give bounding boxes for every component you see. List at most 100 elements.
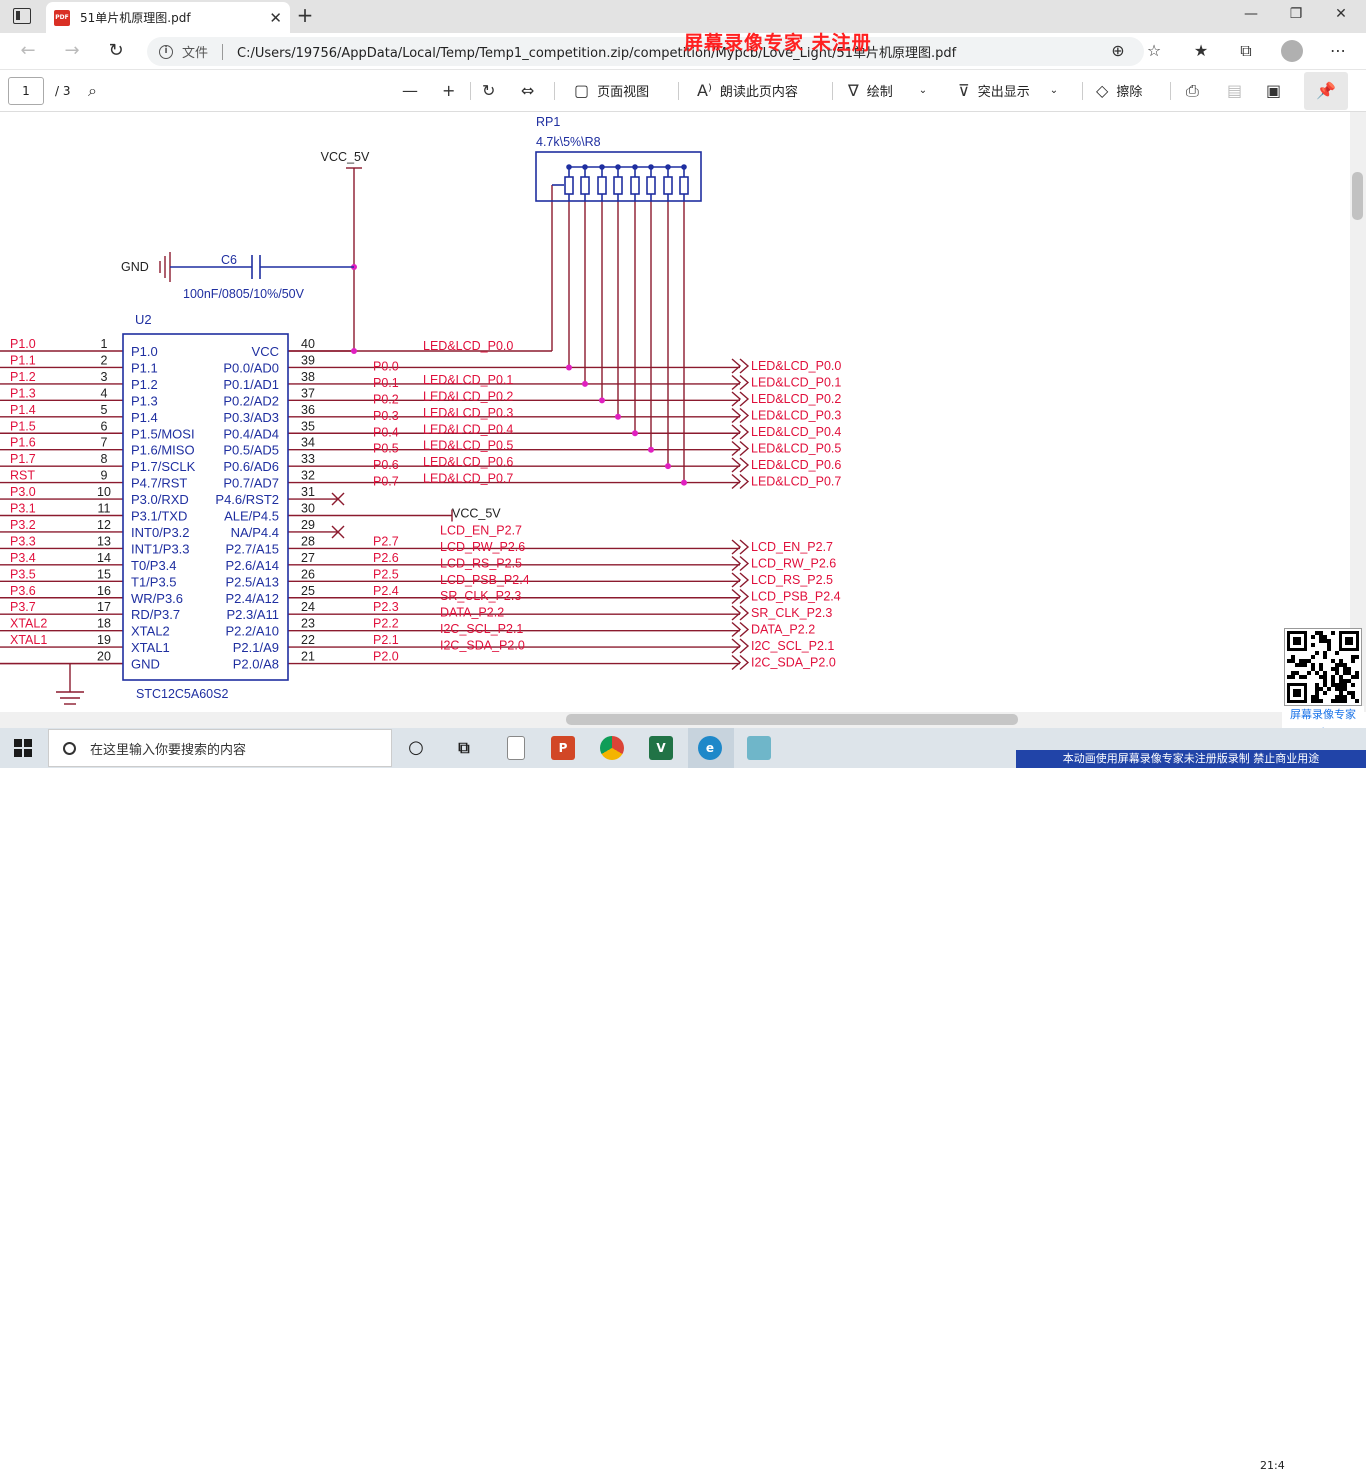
read-aloud-button[interactable]: A⁾ 朗读此页内容 — [697, 81, 798, 100]
draw-button[interactable]: ∇ 绘制 ⌄ — [848, 81, 927, 100]
qr-module — [1311, 695, 1315, 699]
p2-short: P2.6 — [373, 551, 399, 565]
save-as-icon[interactable]: ▣ — [1266, 81, 1289, 100]
pdf-viewer[interactable]: U2 STC12C5A60S2 1 P1.0 2 P1.1 3 P1.2 4 P1.3 5 P1.4 6… — [0, 112, 1350, 712]
task-view-icon[interactable]: ⧉ — [452, 736, 476, 760]
refresh-icon[interactable]: ↻ — [104, 40, 128, 61]
qr-module — [1327, 639, 1331, 643]
qr-module — [1303, 659, 1307, 663]
pin-toolbar-icon[interactable]: 📌 — [1304, 72, 1348, 110]
pin-number: 24 — [301, 600, 315, 614]
port-arrow — [739, 440, 750, 457]
erase-button[interactable]: ◇ 擦除 — [1096, 81, 1142, 100]
qr-module — [1339, 695, 1343, 699]
add-favorite-icon[interactable]: ☆ — [1143, 41, 1165, 60]
qr-module — [1299, 675, 1303, 679]
qr-module — [1323, 651, 1327, 655]
highlight-button[interactable]: ⊽ 突出显示 ⌄ — [958, 81, 1058, 100]
port-arrow — [731, 358, 742, 374]
p0-short: P0.0 — [373, 359, 399, 373]
right-pin-label: P0.5/AD5 — [223, 443, 279, 458]
net-label: I2C_SCL_P2.1 — [440, 622, 523, 636]
page-view-button[interactable]: ▢ 页面视图 — [574, 81, 649, 100]
tab-actions-icon[interactable] — [13, 8, 31, 24]
pin-number: 25 — [301, 584, 315, 598]
page-number-input[interactable]: 1 — [8, 77, 44, 105]
qr-module — [1331, 659, 1335, 663]
save-icon[interactable]: ▤ — [1227, 81, 1250, 100]
draw-label: 绘制 — [866, 85, 893, 100]
visio-icon[interactable]: V — [649, 736, 673, 760]
port-arrow — [731, 374, 742, 391]
tab-close-icon[interactable]: ✕ — [269, 9, 282, 27]
search-icon[interactable]: ⌕ — [88, 81, 105, 101]
port-arrow — [739, 605, 750, 621]
recorder-app-icon[interactable] — [747, 736, 771, 760]
tab-active[interactable]: PDF 51单片机原理图.pdf ✕ — [46, 2, 290, 33]
windows-start-icon[interactable] — [14, 739, 32, 757]
left-pin-label: T1/P3.5 — [131, 574, 177, 589]
address-bar: ← → ↻ i 文件 C:/Users/19756/AppData/Local/… — [0, 33, 1366, 70]
qr-module — [1345, 637, 1353, 645]
new-tab-icon[interactable]: + — [294, 5, 316, 27]
zoom-icon[interactable]: ⊕ — [1107, 41, 1129, 60]
p2-short: P2.2 — [373, 617, 399, 631]
qr-module — [1315, 691, 1319, 695]
clock[interactable]: 21:4 — [1260, 1459, 1285, 1472]
qr-module — [1331, 683, 1335, 687]
qr-module — [1339, 675, 1343, 679]
info-icon[interactable]: i — [159, 44, 173, 59]
qr-module — [1295, 663, 1299, 667]
vcc-label-2: VCC_5V — [452, 507, 501, 521]
net-label: LCD_PSB_P2.4 — [440, 573, 530, 587]
qr-module — [1311, 667, 1315, 671]
minimize-icon[interactable]: — — [1241, 6, 1261, 22]
favorites-icon[interactable]: ★ — [1190, 41, 1212, 60]
qr-module — [1331, 667, 1335, 671]
net-label: LED&LCD_P0.0 — [423, 339, 513, 353]
chrome-icon[interactable] — [600, 736, 624, 760]
collections-icon[interactable]: ⧉ — [1235, 41, 1257, 61]
left-pin-label: P4.7/RST — [131, 476, 187, 491]
pin-number: 14 — [97, 551, 111, 565]
edge-icon[interactable]: e — [698, 736, 722, 760]
more-icon[interactable]: ⋯ — [1327, 41, 1349, 60]
pin-number: 38 — [301, 370, 315, 384]
p0-short: P0.5 — [373, 442, 399, 456]
horizontal-scroll-thumb[interactable] — [566, 714, 1018, 725]
fit-page-icon[interactable]: ⇔ — [521, 81, 542, 100]
draw-chevron-down-icon[interactable]: ⌄ — [919, 85, 927, 96]
qr-module — [1323, 683, 1327, 687]
toolbar-divider — [832, 82, 833, 100]
maximize-icon[interactable]: ❐ — [1286, 6, 1306, 22]
forward-icon[interactable]: → — [60, 40, 84, 61]
vertical-scroll-thumb[interactable] — [1352, 172, 1363, 220]
close-window-icon[interactable]: ✕ — [1331, 6, 1351, 22]
zoom-in-icon[interactable]: + — [442, 81, 463, 100]
highlight-chevron-down-icon[interactable]: ⌄ — [1050, 85, 1058, 96]
qr-module — [1351, 691, 1355, 695]
left-net-label: P3.5 — [10, 567, 36, 581]
zoom-out-icon[interactable]: — — [402, 81, 426, 100]
chip-part: STC12C5A60S2 — [136, 687, 228, 701]
net-label: LED&LCD_P0.5 — [423, 439, 513, 453]
back-icon[interactable]: ← — [16, 40, 40, 61]
toolbar-divider — [1170, 82, 1171, 100]
taskbar-search-input[interactable]: 在这里输入你要搜索的内容 — [48, 729, 392, 767]
cortana-icon[interactable]: ○ — [404, 736, 428, 760]
qr-module — [1343, 679, 1347, 683]
notepad-icon[interactable] — [507, 736, 525, 760]
url-field[interactable]: i 文件 C:/Users/19756/AppData/Local/Temp/T… — [147, 37, 1144, 66]
powerpoint-icon[interactable]: P — [551, 736, 575, 760]
avatar[interactable] — [1281, 40, 1303, 62]
highlight-icon: ⊽ — [958, 81, 970, 100]
pin-number: 27 — [301, 551, 315, 565]
rotate-icon[interactable]: ↻ — [482, 81, 503, 100]
rp-pin-dot — [681, 164, 687, 170]
page-view-icon: ▢ — [574, 81, 590, 100]
qr-code-image — [1287, 631, 1359, 703]
tab-title: 51单片机原理图.pdf — [80, 11, 191, 25]
port-arrow — [739, 654, 750, 671]
draw-icon: ∇ — [848, 81, 859, 100]
print-icon[interactable]: ⎙ — [1186, 81, 1207, 101]
